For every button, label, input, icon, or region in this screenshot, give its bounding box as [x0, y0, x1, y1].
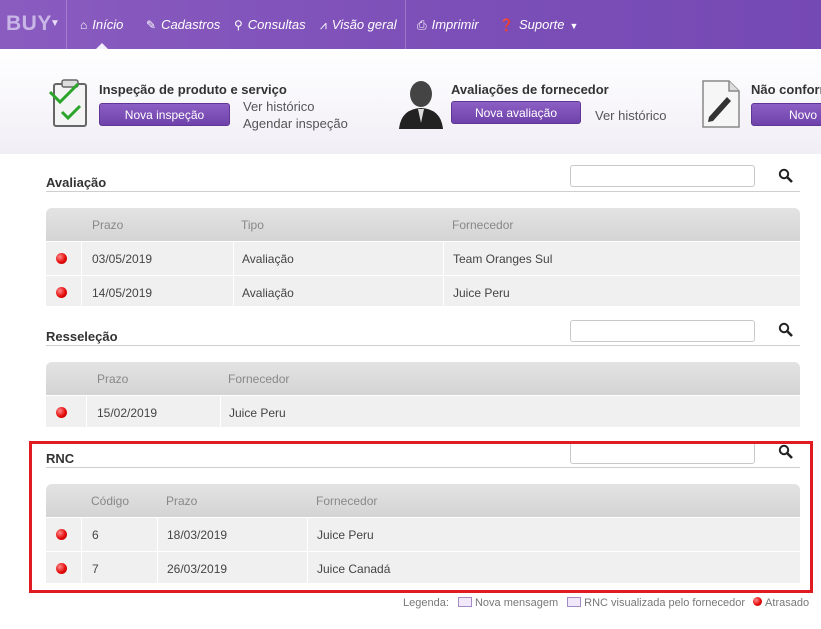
evaluation-title: Avaliações de fornecedor: [451, 82, 609, 97]
table-row[interactable]: 14/05/2019 Avaliação Juice Peru: [46, 275, 800, 306]
table-row[interactable]: 15/02/2019 Juice Peru: [46, 395, 800, 427]
table-header: Prazo Tipo Fornecedor: [46, 208, 800, 241]
question-icon: ❓: [499, 18, 514, 32]
document-edit-icon: [702, 80, 740, 128]
cell-fornecedor: Juice Peru: [229, 406, 286, 420]
late-dot-icon: [753, 596, 763, 606]
pencil-icon: ✎: [146, 18, 157, 32]
nav-label: Visão geral: [331, 17, 397, 32]
nav-divider: [405, 0, 406, 49]
table-row[interactable]: 03/05/2019 Avaliação Team Oranges Sul: [46, 241, 800, 275]
brand-logo[interactable]: BUY: [6, 12, 52, 36]
cell-tipo: Avaliação: [242, 252, 294, 266]
column-header-prazo[interactable]: Prazo: [92, 218, 123, 232]
cell-prazo: 14/05/2019: [92, 286, 153, 300]
rnc-highlight-box: [29, 441, 813, 593]
legend-late: Atrasado: [765, 597, 810, 609]
avaliacao-table: Prazo Tipo Fornecedor 03/05/2019 Avaliaç…: [46, 208, 800, 306]
inspection-title: Inspeção de produto e serviço: [99, 82, 287, 97]
evaluation-history-link[interactable]: Ver histórico: [595, 108, 667, 123]
late-status-icon: [56, 287, 67, 298]
schedule-inspection-link[interactable]: Agendar inspeção: [243, 116, 348, 131]
column-header-fornecedor[interactable]: Fornecedor: [228, 372, 289, 386]
legend-label: Legenda:: [403, 597, 449, 609]
new-inspection-button[interactable]: Nova inspeção: [99, 103, 230, 126]
legend-new-message: Nova mensagem: [474, 597, 559, 609]
legend-rnc-viewed: RNC visualizada pelo fornecedor: [584, 597, 745, 609]
column-header-tipo[interactable]: Tipo: [241, 218, 264, 232]
clipboard-check-icon: [48, 79, 87, 127]
table-header: Prazo Fornecedor: [46, 362, 800, 395]
shortcut-panel: Inspeção de produto e serviço Nova inspe…: [0, 49, 821, 154]
cell-fornecedor: Juice Peru: [453, 286, 510, 300]
cell-fornecedor: Team Oranges Sul: [453, 252, 553, 266]
legend: Legenda: Nova mensagem RNC visualizada p…: [403, 596, 810, 609]
supplier-person-icon: [399, 81, 443, 129]
resselecao-search-input[interactable]: [570, 320, 755, 342]
section-divider: [46, 191, 800, 192]
envelope-viewed-icon: [567, 597, 582, 608]
brand-dropdown-icon[interactable]: ▼: [50, 18, 60, 29]
nav-item-imprimir[interactable]: ⎙ Imprimir: [417, 17, 479, 33]
resselecao-table: Prazo Fornecedor 15/02/2019 Juice Peru: [46, 362, 800, 427]
nav-item-suporte[interactable]: ❓ Suporte ▼: [499, 17, 578, 32]
avaliacao-search-input[interactable]: [570, 165, 755, 187]
section-divider: [46, 345, 800, 346]
nav-label: Cadastros: [161, 17, 221, 32]
nav-label: Consultas: [247, 17, 306, 32]
chart-icon: ⩘: [320, 18, 327, 32]
search-icon: ⚲: [234, 18, 243, 32]
cell-prazo: 15/02/2019: [97, 406, 158, 420]
nav-divider: [66, 0, 67, 49]
envelope-icon: [457, 597, 472, 608]
column-header-prazo[interactable]: Prazo: [97, 372, 128, 386]
late-status-icon: [56, 253, 67, 264]
late-status-icon: [56, 407, 67, 418]
cell-prazo: 03/05/2019: [92, 252, 153, 266]
nav-label: Imprimir: [431, 17, 479, 32]
section-title-avaliacao: Avaliação: [46, 175, 107, 190]
home-icon: ⌂: [80, 18, 88, 32]
nav-item-visao-geral[interactable]: ⩘ Visão geral: [320, 17, 397, 33]
new-evaluation-button[interactable]: Nova avaliação: [451, 101, 581, 124]
cell-tipo: Avaliação: [242, 286, 294, 300]
top-nav: BUY ▼ ⌂ Início ✎ Cadastros ⚲ Consultas ⩘ Vis…: [0, 0, 821, 49]
section-title-resselecao: Resseleção: [46, 329, 118, 344]
nav-label: Suporte: [518, 17, 565, 32]
caret-down-icon: ▼: [569, 21, 579, 31]
new-nonconformity-button[interactable]: Novo: [751, 103, 821, 126]
search-icon[interactable]: [778, 168, 794, 184]
column-header-fornecedor[interactable]: Fornecedor: [452, 218, 513, 232]
nav-item-cadastros[interactable]: ✎ Cadastros: [146, 17, 220, 32]
nav-label: Início: [92, 17, 124, 32]
inspection-history-link[interactable]: Ver histórico: [243, 99, 315, 114]
printer-icon: ⎙: [417, 18, 427, 32]
search-icon[interactable]: [778, 322, 794, 338]
nav-item-inicio[interactable]: ⌂ Início: [80, 17, 123, 32]
nav-item-consultas[interactable]: ⚲ Consultas: [234, 17, 306, 32]
nonconformity-title: Não conform: [751, 82, 821, 97]
